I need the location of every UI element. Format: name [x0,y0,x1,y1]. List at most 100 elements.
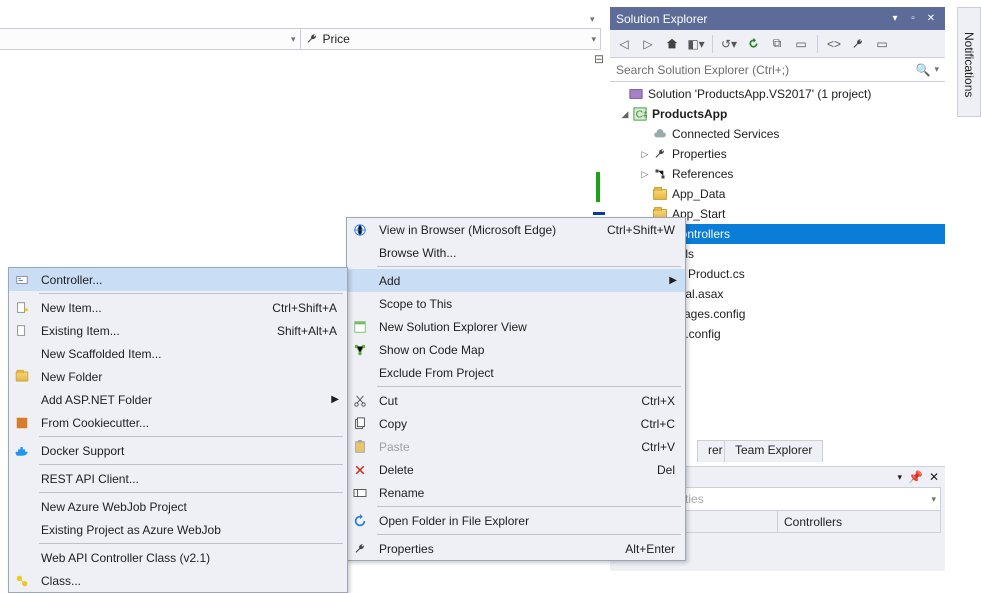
menu-item: PasteCtrl+V [347,435,685,458]
menu-item[interactable]: DeleteDel [347,458,685,481]
menu-item[interactable]: New Folder [9,365,347,388]
tool-window-tabs: rer Team Explorer [697,440,947,462]
pin-icon[interactable]: 📌 [908,470,923,484]
chevron-down-icon: ▾ [291,34,296,45]
copy-icon [351,415,369,433]
folder-icon [652,186,668,202]
solution-node[interactable]: Solution 'ProductsApp.VS2017' (1 project… [610,84,945,104]
window-menu-chevron[interactable]: ▾ [887,11,903,27]
twisty-icon[interactable]: ▷ [638,169,652,180]
browser-icon [351,221,369,239]
notifications-tab[interactable]: Notifications [957,7,981,117]
menu-item[interactable]: New Azure WebJob Project [9,495,347,518]
tab-solution-explorer[interactable]: rer [697,440,725,462]
chevron-down-icon[interactable]: ▾ [934,64,939,75]
submenu-arrow-icon: ▶ [669,275,677,286]
cut-icon [351,392,369,410]
search-placeholder: Search Solution Explorer (Ctrl+;) [616,63,789,77]
menu-item[interactable]: Class... [9,569,347,592]
twisty-icon[interactable]: ◢ [618,109,632,120]
menu-item[interactable]: From Cookiecutter... [9,411,347,434]
pin-icon[interactable]: ▫ [905,11,921,27]
node-label: Connected Services [672,127,779,141]
menu-item[interactable]: Existing Project as Azure WebJob [9,518,347,541]
menu-item[interactable]: Docker Support [9,439,347,462]
caret-marker [593,212,605,215]
menu-item-label: Web API Controller Class (v2.1) [41,551,210,565]
menu-item-label: Paste [379,440,410,454]
nav-scope-combo[interactable]: ▾ [0,29,301,49]
menu-item[interactable]: Exclude From Project [347,361,685,384]
menu-item[interactable]: Rename [347,481,685,504]
tree-item[interactable]: ▷References [610,164,945,184]
code-icon[interactable]: <> [824,34,844,54]
preview-icon[interactable]: ▭ [872,34,892,54]
menu-item[interactable]: View in Browser (Microsoft Edge)Ctrl+Shi… [347,218,685,241]
menu-item[interactable]: Existing Item...Shift+Alt+A [9,319,347,342]
menu-item[interactable]: Add▶ [347,269,685,292]
new-view-icon [351,318,369,336]
code-map-icon [351,341,369,359]
close-icon[interactable]: ✕ [929,470,939,484]
menu-item-label: Properties [379,542,434,556]
show-all-icon[interactable]: ▭ [791,34,811,54]
menu-item-label: Exclude From Project [379,366,494,380]
open-folder-icon [351,512,369,530]
solution-explorer-titlebar[interactable]: Solution Explorer ▾ ▫ ✕ [610,7,945,30]
sync-icon[interactable]: ↺▾ [719,34,739,54]
search-icon[interactable]: 🔍 [916,63,931,77]
menu-item[interactable]: New Scaffolded Item... [9,342,347,365]
back-icon[interactable]: ◁ [614,34,634,54]
split-button[interactable]: ⊟ [593,52,605,66]
wrench-icon [305,32,319,46]
menu-item-label: Rename [379,486,424,500]
menu-item[interactable]: New Solution Explorer View [347,315,685,338]
csharp-project-icon: C# [632,106,648,122]
solution-explorer-search[interactable]: Search Solution Explorer (Ctrl+;) 🔍 ▾ [610,58,945,82]
refresh-icon[interactable] [743,34,763,54]
properties-icon[interactable] [848,34,868,54]
tab-team-explorer[interactable]: Team Explorer [724,440,823,462]
menu-item-label: Show on Code Map [379,343,484,357]
editor-options-chevron[interactable]: ▾ [590,14,595,25]
menu-item[interactable]: Show on Code Map [347,338,685,361]
window-menu-chevron[interactable]: ▾ [897,472,902,483]
references-icon [652,166,668,182]
menu-item-label: New Item... [41,301,102,315]
menu-item[interactable]: Open Folder in File Explorer [347,509,685,532]
menu-item-shortcut: Ctrl+Shift+W [607,223,675,237]
cookiecutter-icon [13,414,31,432]
menu-item[interactable]: Scope to This [347,292,685,315]
menu-item[interactable]: CopyCtrl+C [347,412,685,435]
menu-item[interactable]: Browse With... [347,241,685,264]
menu-item[interactable]: CutCtrl+X [347,389,685,412]
tree-item[interactable]: App_Data [610,184,945,204]
menu-item[interactable]: Web API Controller Class (v2.1) [9,546,347,569]
menu-item[interactable]: REST API Client... [9,467,347,490]
svg-text:C#: C# [636,109,647,121]
rename-icon [351,484,369,502]
menu-item[interactable]: Controller... [9,268,347,291]
menu-item[interactable]: Add ASP.NET Folder▶ [9,388,347,411]
tree-item[interactable]: Connected Services [610,124,945,144]
twisty-icon[interactable]: ▷ [638,149,652,160]
menu-item-label: Scope to This [379,297,452,311]
property-value-cell[interactable]: Controllers [778,511,940,532]
nav-member-combo[interactable]: Price ▾ [301,29,601,49]
menu-item[interactable]: PropertiesAlt+Enter [347,537,685,560]
menu-item-shortcut: Ctrl+Shift+A [272,301,337,315]
forward-icon[interactable]: ▷ [638,34,658,54]
context-menu-add: Controller... New Item... Ctrl+Shift+A Exis… [8,267,348,593]
menu-item-label: New Solution Explorer View [379,320,527,334]
menu-item-label: Copy [379,417,407,431]
menu-item[interactable]: New Item... Ctrl+Shift+A [9,296,347,319]
collapse-icon[interactable]: ⧉ [767,34,787,54]
menu-item-label: Add ASP.NET Folder [41,393,152,407]
tree-item[interactable]: ▷ Properties [610,144,945,164]
switch-view-icon[interactable]: ◧▾ [686,34,706,54]
project-node[interactable]: ◢ C# ProductsApp [610,104,945,124]
node-label: Properties [672,147,727,161]
menu-item-label: Existing Project as Azure WebJob [41,523,221,537]
home-icon[interactable] [662,34,682,54]
close-icon[interactable]: ✕ [923,11,939,27]
